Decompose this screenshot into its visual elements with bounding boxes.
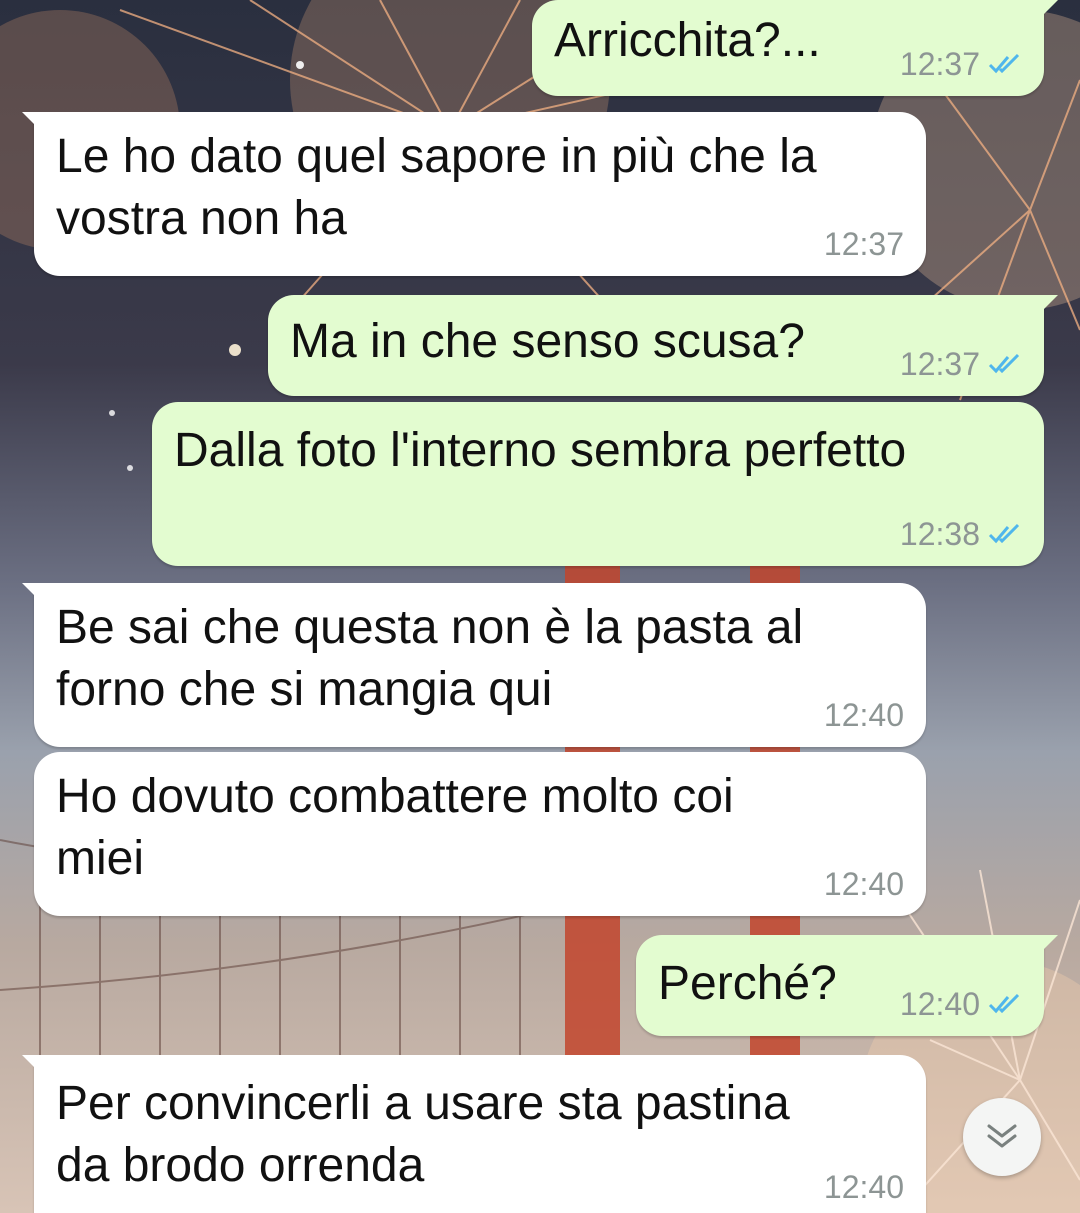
message-text: Le ho dato quel sapore in più che la vos… (56, 130, 817, 245)
message-time: 12:37 (899, 346, 980, 382)
message-text: Be sai che questa non è la pasta al forn… (56, 601, 804, 716)
message-incoming[interactable]: Le ho dato quel sapore in più che la vos… (22, 112, 926, 276)
message-text: Per convincerli a usare sta pastina da b… (56, 1077, 790, 1192)
message-outgoing[interactable]: Ma in che senso scusa? 12:37 (268, 295, 1058, 396)
message-meta: 12:38 (900, 514, 1022, 554)
message-time: 12:40 (823, 866, 904, 902)
message-incoming[interactable]: Be sai che questa non è la pasta al forn… (22, 583, 926, 747)
message-meta: 12:37 (900, 344, 1022, 384)
message-text: Perché? (658, 957, 837, 1010)
message-incoming[interactable]: Per convincerli a usare sta pastina da b… (22, 1055, 926, 1213)
message-time: 12:40 (899, 986, 980, 1022)
message-meta: 12:40 (824, 695, 904, 735)
double-check-icon (988, 993, 1020, 1014)
message-outgoing[interactable]: Perché? 12:40 (636, 935, 1058, 1036)
double-check-icon (988, 523, 1020, 544)
scroll-to-bottom-button[interactable] (963, 1098, 1041, 1176)
message-meta: 12:37 (824, 224, 904, 264)
message-time: 12:38 (899, 516, 980, 552)
message-text: Arricchita?... (554, 14, 821, 67)
message-time: 12:37 (823, 226, 904, 262)
message-outgoing[interactable]: Arricchita?... 12:37 (532, 0, 1058, 96)
chevron-double-down-icon (987, 1124, 1017, 1148)
message-time: 12:40 (823, 697, 904, 733)
message-outgoing[interactable]: Dalla foto l'interno sembra perfetto 12:… (152, 402, 1044, 566)
message-time: 12:40 (823, 1169, 904, 1205)
message-incoming[interactable]: Ho dovuto combattere molto coi miei 12:4… (34, 752, 926, 916)
double-check-icon (988, 353, 1020, 374)
message-text: Ma in che senso scusa? (290, 315, 805, 368)
message-meta: 12:40 (900, 984, 1022, 1024)
message-time: 12:37 (899, 46, 980, 82)
message-text: Dalla foto l'interno sembra perfetto (174, 424, 907, 477)
message-meta: 12:40 (824, 864, 904, 904)
message-meta: 12:40 (824, 1167, 904, 1207)
double-check-icon (988, 53, 1020, 74)
message-meta: 12:37 (900, 44, 1022, 84)
message-text: Ho dovuto combattere molto coi miei (56, 770, 734, 885)
